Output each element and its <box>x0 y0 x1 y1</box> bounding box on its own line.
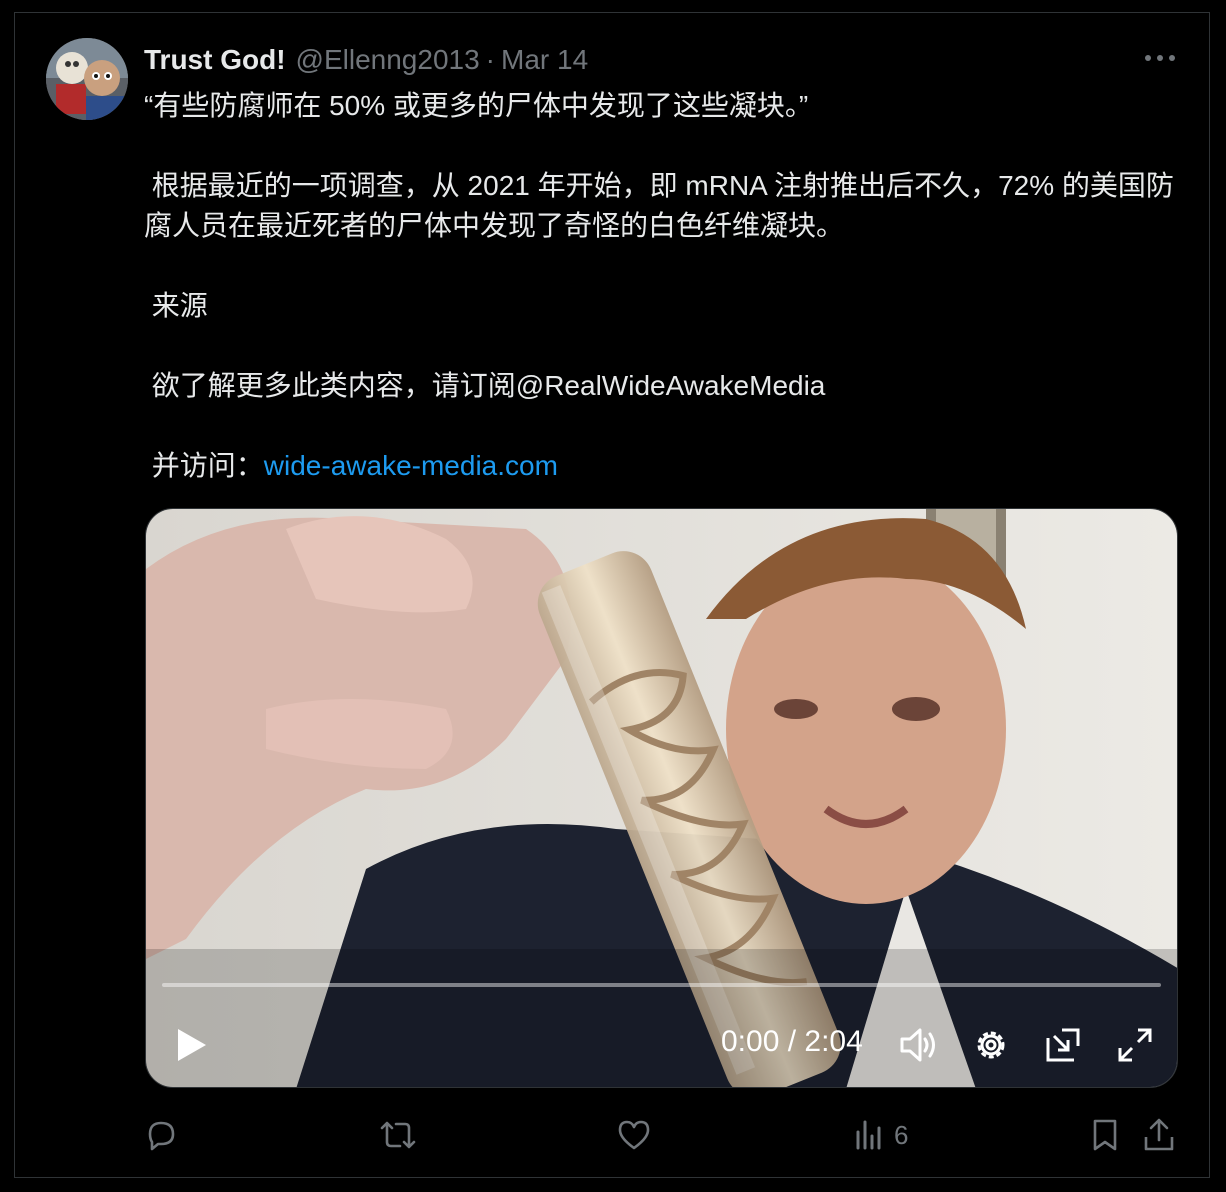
video-progress-bar[interactable] <box>162 983 1161 987</box>
bookmark-icon <box>1093 1119 1117 1151</box>
display-name[interactable]: Trust God! <box>144 44 286 76</box>
tweet-text: “有些防腐师在 50% 或更多的尸体中发现了这些凝块。” 根据最近的一项调查，从… <box>144 86 1184 486</box>
views-count: 6 <box>894 1119 909 1150</box>
avatar[interactable] <box>46 38 128 120</box>
video-frame <box>146 509 1177 1087</box>
reply-icon <box>148 1121 175 1151</box>
play-icon[interactable] <box>174 1027 208 1063</box>
website-link[interactable]: wide-awake-media.com <box>264 450 558 481</box>
video-time: 0:00 / 2:04 <box>721 1025 863 1058</box>
gear-icon[interactable] <box>972 1026 1010 1064</box>
views-icon <box>856 1120 881 1150</box>
tweet-paragraph: “有些防腐师在 50% 或更多的尸体中发现了这些凝块。” <box>144 90 809 121</box>
like-button[interactable] <box>616 1110 652 1160</box>
tweet-paragraph: 根据最近的一项调查，从 2021 年开始，即 mRNA 注射推出后不久，72% … <box>144 170 1174 241</box>
tweet-paragraph: 欲了解更多此类内容，请订阅@RealWideAwakeMedia <box>144 370 826 401</box>
retweet-icon <box>380 1121 416 1149</box>
heart-icon <box>618 1120 650 1150</box>
more-icon[interactable] <box>1140 46 1180 70</box>
share-button[interactable] <box>1142 1110 1176 1160</box>
tweet-paragraph: 来源 <box>144 290 208 321</box>
fullscreen-icon[interactable] <box>1116 1026 1154 1064</box>
reply-button[interactable] <box>144 1110 178 1160</box>
tweet-actions: 6 <box>144 1110 1184 1160</box>
pip-icon[interactable] <box>1044 1026 1082 1064</box>
visit-prefix: 并访问： <box>144 450 264 481</box>
avatar-image <box>46 38 128 120</box>
user-handle[interactable]: @Ellenng2013 <box>296 44 480 76</box>
tweet-header: Trust God! @Ellenng2013 · Mar 14 <box>144 40 588 80</box>
retweet-button[interactable] <box>378 1110 418 1160</box>
tweet-date[interactable]: Mar 14 <box>501 44 588 76</box>
volume-icon[interactable] <box>898 1025 940 1065</box>
separator-dot: · <box>485 44 495 75</box>
views-button[interactable]: 6 <box>854 1110 908 1160</box>
bookmark-button[interactable] <box>1090 1110 1120 1160</box>
video-controls: 0:00 / 2:04 <box>146 1009 1177 1079</box>
share-icon <box>1144 1118 1174 1151</box>
tweet-visit-line: 并访问：wide-awake-media.com <box>144 446 1184 486</box>
video-player[interactable]: 0:00 / 2:04 <box>145 508 1178 1088</box>
